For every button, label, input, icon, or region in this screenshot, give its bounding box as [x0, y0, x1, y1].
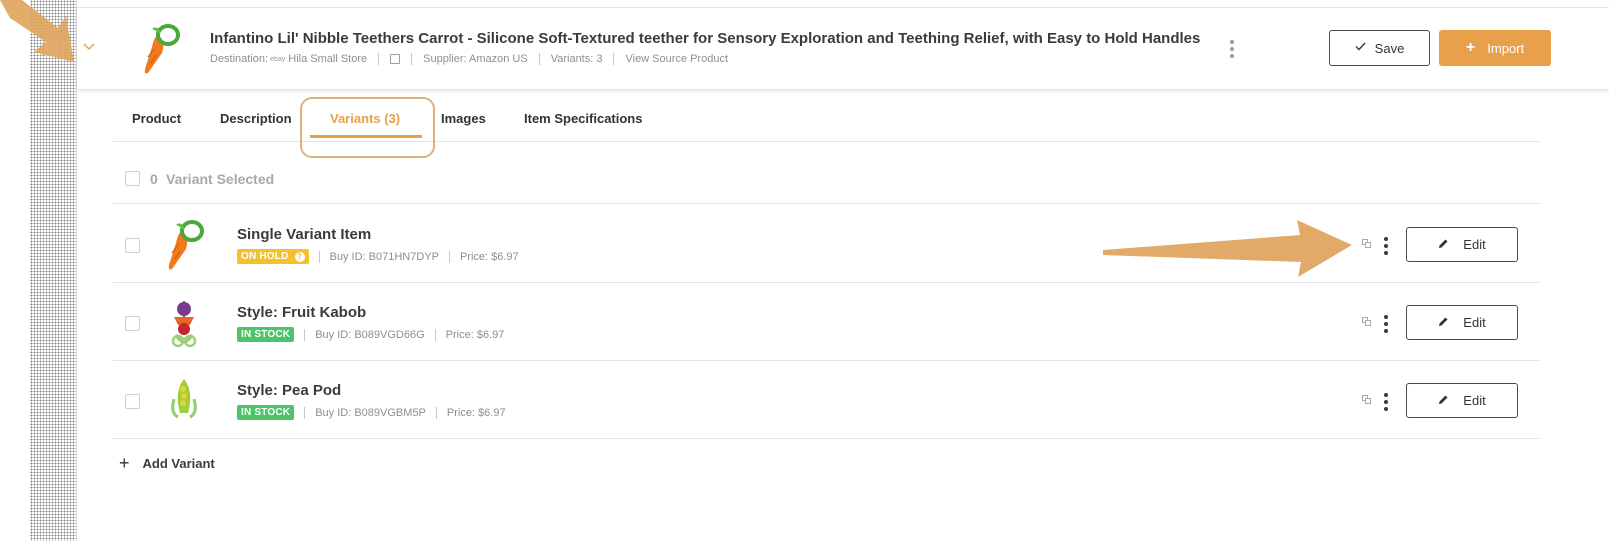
divider	[318, 250, 320, 263]
divider	[304, 328, 306, 341]
select-all-checkbox[interactable]	[125, 171, 140, 186]
divider	[538, 53, 540, 65]
variant-thumbnail	[160, 373, 208, 427]
status-badge: IN STOCK	[237, 405, 295, 420]
variant-row: Style: Fruit Kabob IN STOCK Buy ID: B089…	[113, 283, 1540, 361]
header-kebab-icon[interactable]	[1230, 40, 1234, 61]
copy-icon[interactable]	[1362, 395, 1372, 405]
product-header: Infantino Lil' Nibble Teethers Carrot - …	[44, 7, 1609, 89]
status-badge: IN STOCK	[237, 327, 295, 342]
variant-meta: IN STOCK Buy ID: B089VGD66G Price: $6.97	[237, 327, 504, 342]
buy-id: Buy ID: B089VGD66G	[315, 328, 425, 341]
variant-checkbox[interactable]	[125, 394, 140, 409]
variant-kebab-icon[interactable]	[1384, 237, 1388, 258]
product-thumbnail	[136, 23, 184, 75]
variant-title: Style: Fruit Kabob	[237, 304, 367, 321]
divider	[448, 250, 450, 263]
tab-item-specifications[interactable]: Item Specifications	[524, 111, 642, 126]
variant-kebab-icon[interactable]	[1384, 393, 1388, 414]
price: Price: $6.97	[459, 250, 519, 263]
annotation-highlight-box	[300, 97, 435, 158]
page: Infantino Lil' Nibble Teethers Carrot - …	[0, 0, 1609, 541]
variant-thumbnail	[160, 217, 208, 271]
left-dotted-strip	[30, 0, 76, 541]
edit-button[interactable]: Edit	[1406, 305, 1518, 340]
divider	[411, 53, 413, 65]
destination-label: Destination:	[210, 53, 269, 65]
supplier: Supplier: Amazon US	[423, 53, 528, 65]
edit-button[interactable]: Edit	[1406, 383, 1518, 418]
save-label: Save	[1374, 40, 1405, 56]
variant-title: Style: Pea Pod	[237, 382, 342, 399]
import-label: Import	[1487, 40, 1525, 56]
variants-count: Variants: 3	[550, 53, 603, 65]
variant-selection-bar: 0 Variant Selected	[113, 160, 1540, 204]
pencil-icon	[1438, 238, 1449, 252]
tab-description[interactable]: Description	[220, 111, 292, 126]
plus-icon: +	[1465, 39, 1476, 56]
divider	[304, 406, 306, 419]
edit-label: Edit	[1463, 237, 1486, 252]
divider	[613, 53, 615, 65]
question-icon[interactable]: ?	[294, 251, 305, 262]
chevron-down-icon[interactable]	[83, 38, 95, 54]
add-variant-label: Add Variant	[142, 455, 215, 471]
variant-thumbnail	[160, 295, 208, 349]
variant-row: Single Variant Item ON HOLD ? Buy ID: B0…	[113, 205, 1540, 283]
product-checkbox[interactable]	[44, 40, 60, 56]
plus-icon: +	[119, 453, 130, 473]
divider	[378, 53, 380, 65]
status-badge: ON HOLD ?	[237, 249, 309, 264]
destination-store: Hila Small Store	[288, 53, 368, 65]
tab-images[interactable]: Images	[441, 111, 486, 126]
variant-title: Single Variant Item	[237, 226, 372, 243]
price: Price: $6.97	[446, 406, 506, 419]
buy-id: Buy ID: B071HN7DYP	[329, 250, 439, 263]
ebay-logo: ebay	[270, 55, 286, 63]
variant-checkbox[interactable]	[125, 238, 140, 253]
import-button[interactable]: + Import	[1439, 30, 1551, 66]
divider	[435, 406, 437, 419]
check-icon	[1355, 42, 1366, 54]
selected-label: Variant Selected	[166, 171, 275, 187]
view-source-link[interactable]: View Source Product	[625, 53, 728, 65]
product-title: Infantino Lil' Nibble Teethers Carrot - …	[210, 30, 1201, 47]
selected-count: 0	[150, 171, 158, 187]
status-text: ON HOLD	[241, 251, 289, 262]
variant-meta: IN STOCK Buy ID: B089VGBM5P Price: $6.97	[237, 405, 506, 420]
status-text: IN STOCK	[241, 407, 291, 418]
variant-checkbox[interactable]	[125, 316, 140, 331]
add-variant-button[interactable]: + Add Variant	[119, 454, 215, 472]
save-button[interactable]: Save	[1329, 30, 1430, 66]
variant-kebab-icon[interactable]	[1384, 315, 1388, 336]
variant-meta: ON HOLD ? Buy ID: B071HN7DYP Price: $6.9…	[237, 249, 519, 264]
divider	[434, 328, 436, 341]
status-text: IN STOCK	[241, 329, 291, 340]
note-icon[interactable]	[390, 54, 401, 64]
product-meta: Destination: ebay Hila Small Store Suppl…	[210, 53, 728, 65]
tab-product[interactable]: Product	[132, 111, 181, 126]
pencil-icon	[1438, 394, 1449, 408]
variant-row: Style: Pea Pod IN STOCK Buy ID: B089VGBM…	[113, 361, 1540, 439]
copy-icon[interactable]	[1362, 317, 1372, 327]
copy-icon[interactable]	[1362, 239, 1372, 249]
buy-id: Buy ID: B089VGBM5P	[315, 406, 426, 419]
pencil-icon	[1438, 316, 1449, 330]
price: Price: $6.97	[445, 328, 505, 341]
edit-label: Edit	[1463, 393, 1486, 408]
edit-button[interactable]: Edit	[1406, 227, 1518, 262]
edit-label: Edit	[1463, 315, 1486, 330]
